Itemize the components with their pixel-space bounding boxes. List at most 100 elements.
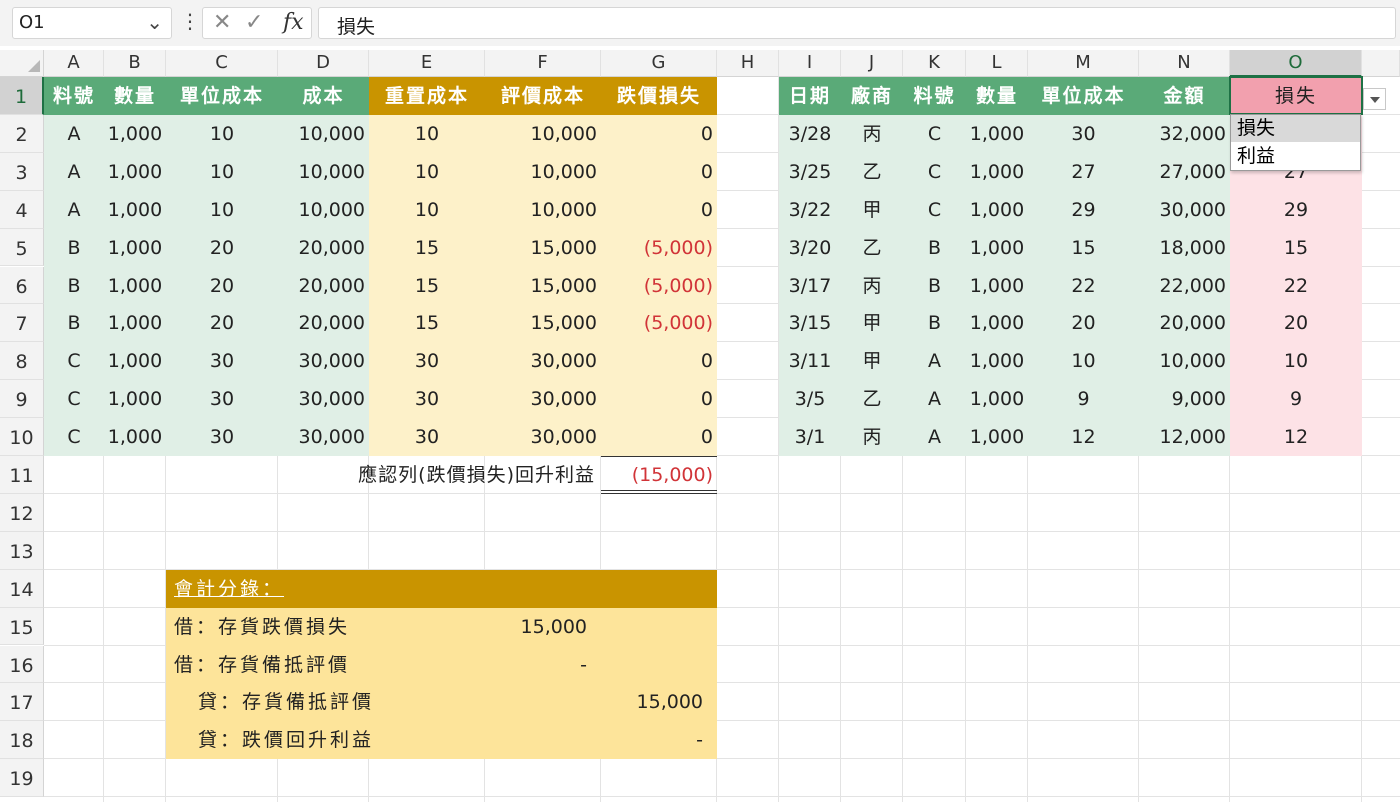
dropdown-option[interactable]: 利益: [1231, 143, 1360, 170]
right-table-cell: 32,000: [1159, 122, 1226, 145]
column-header-a[interactable]: A: [44, 50, 104, 77]
column-header-c[interactable]: C: [166, 50, 278, 77]
row-header-7[interactable]: 7: [0, 304, 44, 343]
validation-dropdown-list[interactable]: 損失 利益: [1230, 114, 1361, 171]
column-header-e[interactable]: E: [369, 50, 485, 77]
column-header-m[interactable]: M: [1028, 50, 1139, 77]
right-table-header-0: 日期: [788, 85, 831, 107]
journal-line-label: 貸：存貨備抵評價: [198, 691, 375, 714]
left-table-cell: 30: [414, 350, 440, 373]
left-table-cell: C: [67, 426, 81, 449]
left-table-cell: 20,000: [298, 274, 365, 297]
confirm-icon[interactable]: ✓: [245, 10, 263, 35]
row-header-5[interactable]: 5: [0, 228, 44, 267]
journal-credit: [601, 608, 717, 646]
column-header-l[interactable]: L: [966, 50, 1028, 77]
column-header-i[interactable]: I: [779, 50, 841, 77]
row-header-2[interactable]: 2: [0, 114, 44, 153]
row-header-6[interactable]: 6: [0, 266, 44, 305]
right-table-cell: 29: [1071, 198, 1096, 221]
column-header-g[interactable]: G: [601, 50, 717, 77]
select-all-icon[interactable]: [28, 60, 40, 72]
right-table-cell: 9,000: [1171, 388, 1226, 411]
left-table-cell: 20: [209, 274, 235, 297]
row-header-15[interactable]: 15: [0, 607, 44, 646]
dropdown-option[interactable]: 損失: [1231, 115, 1360, 142]
row-header-10[interactable]: 10: [0, 418, 44, 456]
column-header-d[interactable]: D: [278, 50, 369, 77]
left-table-cell: 20,000: [298, 236, 365, 259]
left-table-cell: 10: [414, 160, 440, 183]
right-table-cell: 1,000: [969, 236, 1025, 259]
name-box[interactable]: O1 ⌄: [12, 7, 172, 39]
right-table-cell: 1,000: [969, 312, 1025, 335]
row-header-4[interactable]: 4: [0, 190, 44, 229]
left-table-cell: 0: [700, 426, 713, 449]
left-table-cell: 30,000: [530, 388, 597, 411]
right-table-cell: 27,000: [1159, 160, 1226, 183]
journal-debit: [485, 683, 601, 721]
row-header-14[interactable]: 14: [0, 569, 44, 608]
cancel-icon[interactable]: ✕: [213, 10, 231, 35]
right-table-cell: 20,000: [1159, 312, 1226, 335]
column-header-k[interactable]: K: [903, 50, 966, 77]
left-table-cell: 15: [414, 236, 440, 259]
column-header-h[interactable]: H: [717, 50, 779, 77]
row-header-19[interactable]: 19: [0, 759, 44, 798]
gridline-horizontal: [44, 530, 1400, 532]
formula-input[interactable]: 損失: [318, 7, 1396, 39]
left-table-cell: 10: [209, 122, 235, 145]
left-table-cell: 0: [700, 350, 713, 373]
column-header-n[interactable]: N: [1139, 50, 1230, 77]
right-table-cell: 3/25: [788, 160, 832, 183]
right-table-cell: 29: [1283, 198, 1309, 221]
row-header-13[interactable]: 13: [0, 531, 44, 570]
row-header-11[interactable]: 11: [0, 456, 44, 494]
left-table-cell: 1,000: [107, 198, 163, 221]
column-header-b[interactable]: B: [104, 50, 166, 77]
more-options-icon[interactable]: ⋮: [180, 9, 200, 37]
left-table-cell: (5,000): [643, 312, 713, 335]
left-table-cell: 1,000: [107, 426, 163, 449]
right-table-header-2: 料號: [913, 85, 956, 107]
chevron-down-icon[interactable]: ⌄: [146, 10, 163, 34]
left-table-cell: 1,000: [107, 160, 163, 183]
left-table-cell: A: [67, 160, 81, 183]
left-table-cell: A: [67, 122, 81, 145]
left-table-cell: 0: [700, 160, 713, 183]
row-header-1[interactable]: 1: [0, 77, 44, 115]
right-table-cell: 1,000: [969, 274, 1025, 297]
left-table-cell: 30,000: [298, 388, 365, 411]
right-table-cell: 3/15: [788, 312, 832, 335]
left-table-cell: 10,000: [530, 160, 597, 183]
right-table-cell: 15: [1283, 236, 1309, 259]
left-table-cell: B: [67, 312, 81, 335]
insert-function-icon[interactable]: fx: [283, 10, 304, 35]
journal-line-label: 借：存貨備抵評價: [174, 653, 351, 676]
right-table-cell: 丙: [862, 122, 882, 145]
active-cell-border[interactable]: [1229, 76, 1363, 115]
left-table-header-6: 跌價損失: [616, 85, 701, 107]
left-table-cell: 1,000: [107, 388, 163, 411]
left-table-cell: 10,000: [530, 198, 597, 221]
right-table-cell: B: [927, 312, 942, 335]
left-table-cell: 10,000: [298, 122, 365, 145]
row-header-9[interactable]: 9: [0, 380, 44, 419]
right-table-cell: 甲: [862, 312, 882, 335]
column-header-j[interactable]: J: [841, 50, 903, 77]
row-header-3[interactable]: 3: [0, 152, 44, 191]
validation-dropdown-button[interactable]: [1363, 88, 1386, 110]
right-table-cell: 10: [1283, 350, 1309, 373]
row-header-17[interactable]: 17: [0, 683, 44, 722]
row-header-8[interactable]: 8: [0, 342, 44, 381]
column-header-f[interactable]: F: [485, 50, 601, 77]
column-header-o[interactable]: O: [1230, 50, 1362, 77]
left-table-cell: 10,000: [530, 122, 597, 145]
right-table-cell: 3/20: [788, 236, 832, 259]
right-table-cell: 22: [1283, 274, 1309, 297]
left-table-cell: A: [67, 198, 81, 221]
row-header-18[interactable]: 18: [0, 721, 44, 760]
left-table-cell: 20: [209, 236, 235, 259]
row-header-12[interactable]: 12: [0, 493, 44, 532]
row-header-16[interactable]: 16: [0, 645, 44, 684]
